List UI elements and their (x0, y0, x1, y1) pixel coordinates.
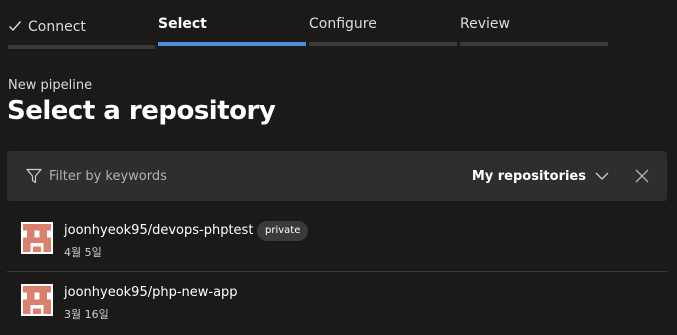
repository-item[interactable]: joonhyeok95/php-new-app 3월 16일 (7, 272, 667, 333)
page-subtitle: New pipeline (8, 78, 93, 93)
step-review[interactable]: Review (460, 0, 608, 48)
identicon-avatar (21, 284, 53, 316)
step-select-progress (158, 42, 306, 46)
repository-name: joonhyeok95/devops-phptest (64, 223, 254, 238)
repository-scope-dropdown[interactable]: My repositories (472, 165, 609, 187)
step-review-progress (460, 42, 608, 46)
step-configure-progress (309, 42, 457, 46)
wizard-steps: Connect Select Configure Review (0, 0, 677, 49)
filter-input[interactable] (49, 165, 429, 187)
filter-icon (26, 168, 42, 184)
identicon-avatar (21, 222, 53, 254)
step-select-label: Select (158, 16, 207, 32)
step-connect-label: Connect (28, 19, 86, 35)
step-configure[interactable]: Configure (309, 0, 457, 48)
step-select[interactable]: Select (158, 0, 306, 48)
step-connect[interactable]: Connect (8, 0, 155, 49)
step-configure-label: Configure (309, 16, 377, 32)
close-icon[interactable] (635, 169, 649, 183)
repository-date: 4월 5일 (64, 246, 102, 259)
repository-list: joonhyeok95/devops-phptest private 4월 5일… (7, 210, 667, 333)
check-icon (9, 21, 22, 32)
repository-item[interactable]: joonhyeok95/devops-phptest private 4월 5일 (7, 210, 667, 272)
repository-name: joonhyeok95/php-new-app (64, 285, 238, 300)
private-badge: private (257, 221, 309, 241)
step-review-label: Review (460, 16, 510, 32)
page-title: Select a repository (7, 96, 276, 126)
repository-date: 3월 16일 (64, 308, 109, 321)
filter-bar: My repositories (7, 151, 667, 201)
chevron-down-icon (595, 172, 609, 180)
repository-scope-label: My repositories (471, 168, 586, 184)
step-connect-progress (8, 45, 155, 49)
